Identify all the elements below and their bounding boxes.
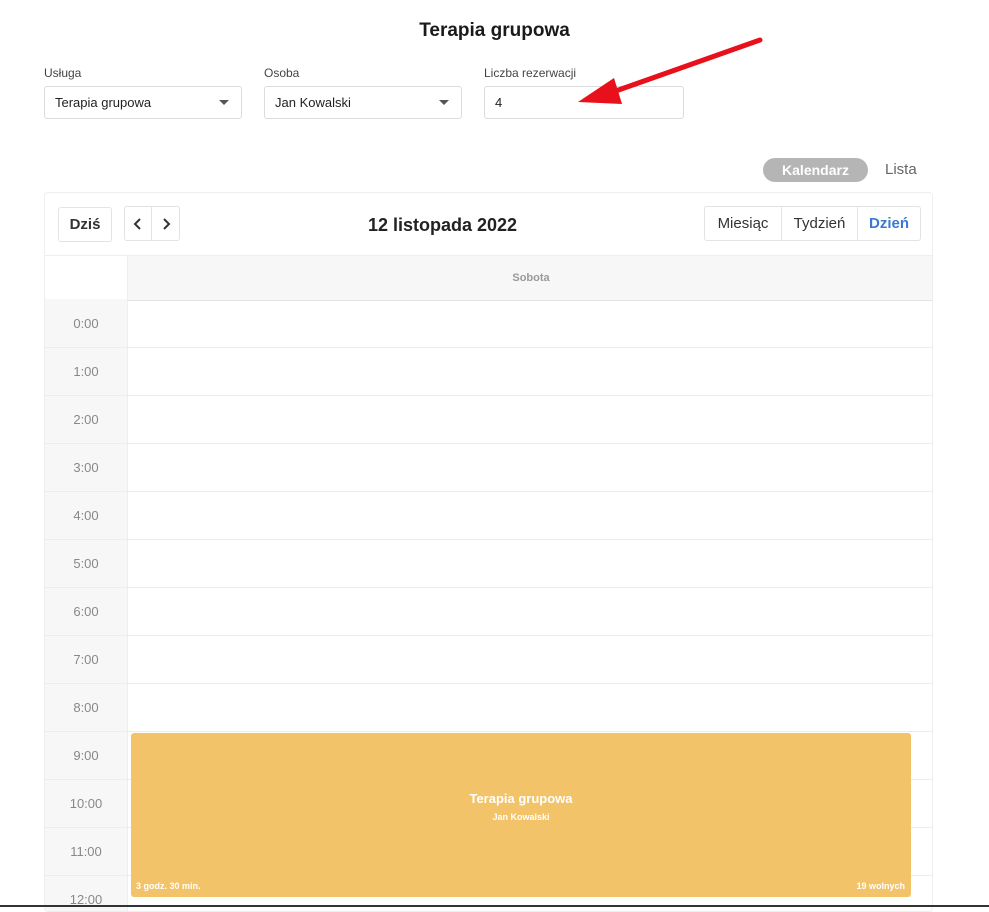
service-select[interactable]: Terapia grupowa <box>44 86 242 119</box>
event-block[interactable]: Terapia grupowa Jan Kowalski 3 godz. 30 … <box>131 733 911 897</box>
view-month-button[interactable]: Miesiąc <box>704 206 782 241</box>
hour-label: 7:00 <box>73 652 99 667</box>
hour-label: 2:00 <box>73 412 99 427</box>
hour-label: 8:00 <box>73 700 99 715</box>
calendar-view-toggle[interactable]: Kalendarz <box>763 158 868 182</box>
hour-label: 0:00 <box>73 316 99 331</box>
hour-label: 4:00 <box>73 508 99 523</box>
hour-row-divider <box>45 347 932 348</box>
service-select-value: Terapia grupowa <box>55 95 152 110</box>
hour-label: 3:00 <box>73 460 99 475</box>
list-view-toggle[interactable]: Lista <box>885 158 917 182</box>
header-gutter <box>45 256 128 300</box>
event-title: Terapia grupowa <box>469 791 573 806</box>
hour-row-divider <box>45 443 932 444</box>
caret-down-icon <box>219 100 229 105</box>
view-week-button[interactable]: Tydzień <box>782 206 858 241</box>
view-day-button[interactable]: Dzień <box>858 206 921 241</box>
page-title: Terapia grupowa <box>419 20 570 41</box>
hour-row-divider <box>45 635 932 636</box>
reservation-count-value: 4 <box>495 95 503 110</box>
hour-label: 6:00 <box>73 604 99 619</box>
hour-label: 5:00 <box>73 556 99 571</box>
hour-label: 1:00 <box>73 364 99 379</box>
day-header-row: Sobota <box>45 255 932 301</box>
person-label: Osoba <box>264 66 300 80</box>
hour-row-divider <box>45 395 932 396</box>
hour-row-divider <box>45 587 932 588</box>
hour-row-divider <box>45 539 932 540</box>
hour-label: 11:00 <box>70 844 102 859</box>
time-gutter: 0:00 1:00 2:00 3:00 4:00 5:00 6:00 7:00 8:00 9:00… <box>45 299 128 911</box>
hour-row-divider <box>45 731 932 732</box>
event-free-slots: 19 wolnych <box>856 881 905 891</box>
reservation-count-label: Liczba rezerwacji <box>484 66 577 80</box>
annotation-arrow-icon <box>578 37 763 104</box>
calendar: Dziś 12 listopada 2022 Miesiąc Tydzień D… <box>44 192 933 912</box>
service-label: Usługa <box>44 66 82 80</box>
event-person: Jan Kowalski <box>492 812 550 822</box>
hour-label: 9:00 <box>73 748 99 763</box>
person-select-value: Jan Kowalski <box>275 95 351 110</box>
hour-row-divider <box>45 491 932 492</box>
event-duration: 3 godz. 30 min. <box>136 881 201 891</box>
person-select[interactable]: Jan Kowalski <box>264 86 462 119</box>
caret-down-icon <box>439 100 449 105</box>
hour-label: 10:00 <box>69 796 103 811</box>
day-header: Sobota <box>128 256 932 300</box>
hour-row-divider <box>45 683 932 684</box>
